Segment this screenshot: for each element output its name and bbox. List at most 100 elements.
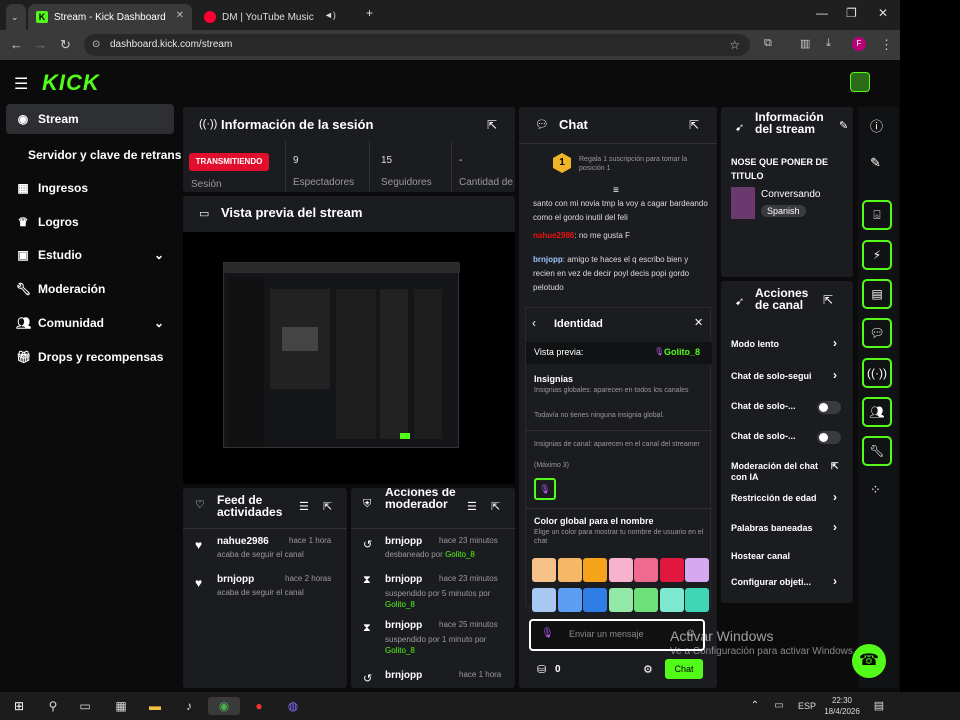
user-avatar[interactable] [850,72,870,92]
channel-badge-slot[interactable]: 🎙︎ [534,478,556,500]
language-indicator[interactable]: ESP [796,697,818,715]
tab-search-button[interactable]: ⌄ [6,4,26,30]
expand-icon[interactable]: ≡ [613,185,619,196]
gear-icon[interactable]: ⚙ [643,663,653,676]
toggle-switch[interactable] [817,401,841,414]
channel-action-item[interactable]: Chat de solo-... [731,401,849,414]
edit-icon[interactable]: ✎ [839,119,848,132]
mod-action-user[interactable]: brnjopp [385,574,422,585]
reading-list-icon[interactable]: ▥ [800,37,810,50]
color-swatch[interactable] [557,558,582,582]
stream-preview-video[interactable] [223,262,460,448]
tab-youtube-music[interactable]: DM | YouTube Music ◄) [196,4,346,30]
filter-icon[interactable]: ☰ [467,500,477,513]
popout-icon[interactable]: ⇱ [491,500,500,513]
popout-icon[interactable]: ⇱ [487,118,497,132]
app-icon[interactable]: ▦ [112,697,130,715]
sidebar-item-estudio[interactable]: ▣ Estudio ⌄ [6,240,174,270]
color-swatch[interactable] [608,558,633,582]
mod-action-user[interactable]: brnjopp [385,620,422,631]
channel-action-item[interactable]: Chat de solo-segui › [731,369,849,382]
chevron-left-icon[interactable]: ‹ [532,316,536,330]
maximize-button[interactable]: ❐ [846,6,857,20]
back-arrow-icon[interactable]: ← [10,37,23,52]
color-swatch[interactable] [583,588,607,612]
minimize-button[interactable]: — [816,6,828,20]
network-icon[interactable]: ▭ [770,697,788,715]
color-swatch[interactable] [583,558,607,582]
popout-icon[interactable]: ⇱ [823,293,833,307]
reload-icon[interactable]: ↻ [60,37,71,53]
chat-user[interactable]: nahue2986 [533,231,574,240]
color-swatch[interactable] [659,588,684,612]
tool-bolt-button[interactable]: ⚡︎ [862,240,892,270]
file-explorer-icon[interactable]: ▬ [146,697,164,715]
sidebar-item-server-key[interactable]: Servidor y clave de retransm [6,140,182,170]
channel-action-item[interactable]: Chat de solo-... [731,431,849,444]
chrome-icon[interactable]: ◉ [208,697,240,715]
mod-action-user[interactable]: brnjopp [385,536,422,547]
close-icon[interactable]: ✕ [176,10,184,21]
more-icon[interactable]: ⁘ [870,482,881,498]
color-swatch[interactable] [634,588,658,612]
help-fab-button[interactable]: ☎ [852,644,886,678]
bookmark-star-icon[interactable]: ☆ [729,34,740,56]
task-view-icon[interactable]: ▭ [76,697,94,715]
mod-action-by[interactable]: Golito_8 [385,646,415,655]
channel-action-item[interactable]: Configurar objeti... › [731,575,849,588]
app-red-icon[interactable]: ● [250,697,268,715]
tool-users-button[interactable]: 👥︎ [862,397,892,427]
kick-logo[interactable]: KICK [42,70,100,96]
discord-icon[interactable]: ◍ [284,697,302,715]
channel-action-item[interactable]: Hostear canal [731,551,849,562]
tiktok-icon[interactable]: ♪ [180,697,198,715]
chat-send-button[interactable]: Chat [665,659,703,679]
menu-dots-icon[interactable]: ⋮ [880,37,893,53]
activity-user[interactable]: brnjopp [217,574,254,585]
sidebar-item-ingresos[interactable]: ▦ Ingresos [6,173,174,203]
channel-action-item[interactable]: Modo lento › [731,337,849,350]
tool-wrench-button[interactable]: 🔧︎ [862,436,892,466]
extensions-icon[interactable]: ⧉ [764,37,772,50]
clock[interactable]: 22:30 18/4/2026 [822,695,862,717]
address-bar[interactable]: ⊙ dashboard.kick.com/stream ☆ [84,34,750,56]
popout-icon[interactable]: ⇱ [323,500,332,513]
popout-icon[interactable]: ⇱ [689,118,699,132]
color-swatch[interactable] [608,588,633,612]
mod-action-by[interactable]: Golito_8 [385,600,415,609]
site-info-icon[interactable]: ⊙ [92,34,100,56]
color-swatch[interactable] [557,588,582,612]
tray-chevron-icon[interactable]: ⌃ [746,697,764,715]
notification-icon[interactable]: ▤ [870,697,888,715]
sidebar-item-stream[interactable]: ◉ Stream [6,104,174,134]
color-swatch[interactable] [532,558,556,582]
windows-start-icon[interactable]: ⊞ [10,697,28,715]
tool-camera-button[interactable]: ⌺ [862,200,892,230]
hamburger-menu-icon[interactable]: ☰ [14,74,28,94]
color-swatch[interactable] [634,558,658,582]
activity-user[interactable]: nahue2986 [217,536,269,547]
close-icon[interactable]: ✕ [694,316,703,329]
color-swatch[interactable] [532,588,556,612]
close-window-button[interactable]: ✕ [878,6,888,20]
search-icon[interactable]: ⚲ [44,697,62,715]
mod-action-user[interactable]: brnjopp [385,670,422,681]
sidebar-item-comunidad[interactable]: 👥︎ Comunidad ⌄ [6,308,174,338]
edit-icon[interactable]: ✎ [870,155,881,171]
color-swatch[interactable] [659,558,684,582]
profile-avatar[interactable]: F [852,37,866,51]
new-tab-button[interactable]: + [366,6,373,20]
color-swatch[interactable] [685,558,709,582]
chat-user[interactable]: brnjopp [533,255,563,264]
mod-action-by[interactable]: Golito_8 [445,550,475,559]
tool-chat-button[interactable]: 💬︎ [862,318,892,348]
info-icon[interactable]: ⓘ [870,116,883,135]
filter-icon[interactable]: ☰ [299,500,309,513]
gift-text[interactable]: Regala 1 suscripción para tomar la posic… [579,155,691,173]
download-icon[interactable]: ⤓ [826,37,831,50]
tab-stream-dashboard[interactable]: K Stream - Kick Dashboard ✕ [28,4,192,30]
toggle-switch[interactable] [817,431,841,444]
channel-action-item[interactable]: Restricción de edad › [731,491,849,504]
tool-notes-button[interactable]: ▤ [862,279,892,309]
color-swatch[interactable] [685,588,709,612]
